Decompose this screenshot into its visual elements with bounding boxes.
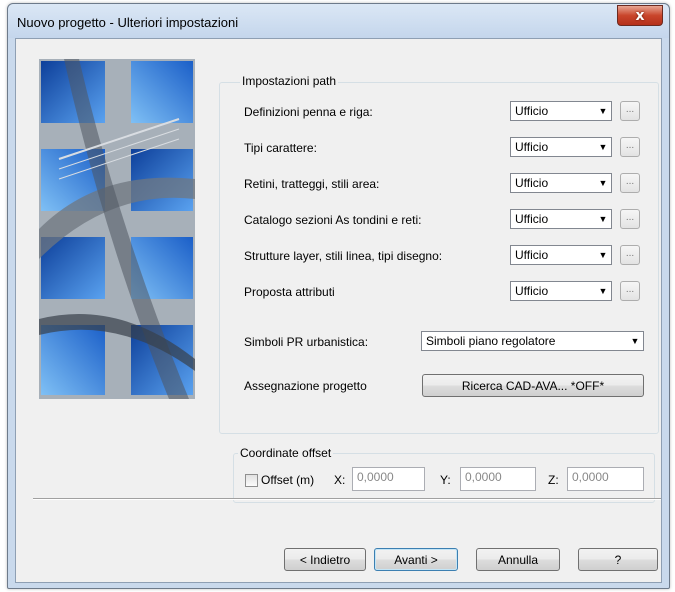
x-offset-field[interactable]: 0,0000 bbox=[352, 467, 425, 491]
path-row-value: Ufficio bbox=[515, 104, 549, 118]
header-image bbox=[39, 59, 195, 399]
path-row-value: Ufficio bbox=[515, 248, 549, 262]
cancel-button[interactable]: Annulla bbox=[476, 548, 560, 571]
close-icon: x bbox=[635, 7, 645, 24]
x-label: X: bbox=[334, 473, 346, 487]
dropdown-arrow-icon: ▼ bbox=[598, 250, 608, 260]
path-row-select[interactable]: Ufficio ▼ bbox=[510, 209, 612, 229]
ricerca-cad-button[interactable]: Ricerca CAD-AVA... *OFF* bbox=[422, 374, 644, 397]
next-button[interactable]: Avanti > bbox=[374, 548, 458, 571]
window-title: Nuovo progetto - Ulteriori impostazioni bbox=[17, 15, 239, 30]
y-offset-field[interactable]: 0,0000 bbox=[460, 467, 536, 491]
path-row-select[interactable]: Ufficio ▼ bbox=[510, 173, 612, 193]
path-row-browse-button[interactable]: ... bbox=[620, 173, 640, 193]
path-row-select[interactable]: Ufficio ▼ bbox=[510, 137, 612, 157]
path-row-label: Retini, tratteggi, stili area: bbox=[244, 177, 380, 191]
dropdown-arrow-icon: ▼ bbox=[598, 142, 608, 152]
back-button[interactable]: < Indietro bbox=[284, 548, 366, 571]
z-label: Z: bbox=[548, 473, 559, 487]
assegnazione-label: Assegnazione progetto bbox=[244, 379, 367, 393]
path-row-select[interactable]: Ufficio ▼ bbox=[510, 281, 612, 301]
path-row-label: Proposta attributi bbox=[244, 285, 335, 299]
dropdown-arrow-icon: ▼ bbox=[598, 214, 608, 224]
offset-checkbox[interactable] bbox=[245, 474, 258, 487]
path-row-select[interactable]: Ufficio ▼ bbox=[510, 101, 612, 121]
dropdown-arrow-icon: ▼ bbox=[598, 178, 608, 188]
simboli-select[interactable]: Simboli piano regolatore ▼ bbox=[421, 331, 644, 351]
path-row-label: Catalogo sezioni As tondini e reti: bbox=[244, 213, 422, 227]
path-row-browse-button[interactable]: ... bbox=[620, 137, 640, 157]
close-button[interactable]: x bbox=[617, 5, 663, 26]
path-row-value: Ufficio bbox=[515, 284, 549, 298]
offset-checkbox-label: Offset (m) bbox=[261, 473, 315, 487]
button-separator bbox=[33, 498, 661, 500]
building-image bbox=[39, 59, 195, 399]
path-row-browse-button[interactable]: ... bbox=[620, 101, 640, 121]
dialog-body: Impostazioni path Definizioni penna e ri… bbox=[15, 38, 662, 583]
dropdown-arrow-icon: ▼ bbox=[630, 336, 640, 346]
path-row-browse-button[interactable]: ... bbox=[620, 281, 640, 301]
simboli-value: Simboli piano regolatore bbox=[426, 334, 556, 348]
simboli-label: Simboli PR urbanistica: bbox=[244, 335, 369, 349]
offset-group-title: Coordinate offset bbox=[238, 446, 334, 460]
dropdown-arrow-icon: ▼ bbox=[598, 106, 608, 116]
help-button[interactable]: ? bbox=[578, 548, 658, 571]
path-settings-title: Impostazioni path bbox=[240, 74, 339, 88]
path-row-browse-button[interactable]: ... bbox=[620, 209, 640, 229]
path-row-value: Ufficio bbox=[515, 140, 549, 154]
path-row-browse-button[interactable]: ... bbox=[620, 245, 640, 265]
path-row-value: Ufficio bbox=[515, 176, 549, 190]
y-label: Y: bbox=[440, 473, 451, 487]
path-row-label: Strutture layer, stili linea, tipi diseg… bbox=[244, 249, 443, 263]
path-row-select[interactable]: Ufficio ▼ bbox=[510, 245, 612, 265]
dialog-window: Nuovo progetto - Ulteriori impostazioni … bbox=[7, 3, 670, 589]
path-row-value: Ufficio bbox=[515, 212, 549, 226]
title-bar[interactable]: Nuovo progetto - Ulteriori impostazioni … bbox=[8, 4, 669, 38]
path-row-label: Definizioni penna e riga: bbox=[244, 105, 373, 119]
dropdown-arrow-icon: ▼ bbox=[598, 286, 608, 296]
z-offset-field[interactable]: 0,0000 bbox=[567, 467, 644, 491]
path-row-label: Tipi carattere: bbox=[244, 141, 317, 155]
